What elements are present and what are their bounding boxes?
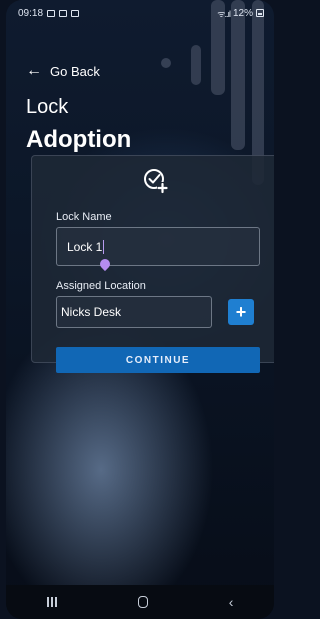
go-back-button[interactable]: ← Go Back [26,63,100,79]
battery-text: 12% [232,7,253,19]
plus-icon: + [235,301,247,322]
back-chevron-icon[interactable]: ‹ [229,594,234,610]
go-back-label: Go Back [50,63,100,79]
page-title-line1: Lock [26,96,69,118]
assigned-location-field[interactable]: Nicks Desk [56,296,212,328]
assigned-location-value: Nicks Desk [61,305,122,319]
lock-name-label: Lock Name [56,211,112,223]
text-cursor [103,239,105,254]
signal-icon: ᯤ..ıl [217,8,231,19]
home-icon[interactable] [137,596,148,608]
lock-name-value: Lock 1 [67,239,103,254]
check-plus-icon [144,169,168,194]
screenshot-icon [71,9,80,17]
lock-adoption-form: Lock Name Lock 1 Assigned Location Nicks… [31,155,274,373]
decor-bar [231,0,245,150]
add-location-button[interactable]: + [228,299,254,325]
recent-apps-icon[interactable] [46,597,57,607]
system-nav-bar: ‹ [6,585,274,619]
page-title-line2: Adoption [26,126,132,153]
continue-button[interactable]: CONTINUE [56,347,260,373]
status-time: 09:18 [18,7,44,19]
battery-icon [256,9,264,17]
continue-label: CONTINUE [125,354,191,366]
notification-icon [59,9,68,17]
phone-screen: 09:18 ᯤ..ıl 12% ← Go Back Lock Adoption … [6,0,274,619]
decor-dot [161,58,171,68]
gallery-icon [47,9,56,17]
assigned-location-label: Assigned Location [56,280,146,292]
lock-name-input[interactable]: Lock 1 [56,227,260,266]
arrow-left-icon: ← [26,62,42,79]
status-bar: 09:18 ᯤ..ıl 12% [18,6,264,20]
decor-bar [191,45,201,85]
